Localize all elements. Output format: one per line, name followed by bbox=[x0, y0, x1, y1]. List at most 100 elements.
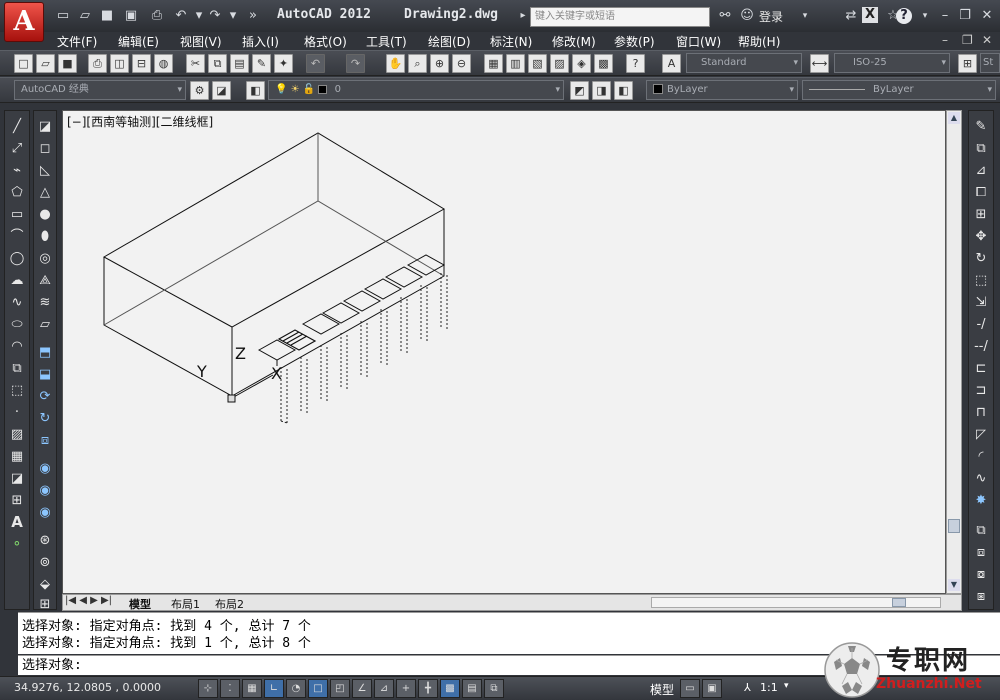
new-file-icon[interactable]: ▭ bbox=[54, 7, 72, 25]
help-icon[interactable]: ? bbox=[626, 54, 645, 73]
region-icon[interactable]: ◪ bbox=[7, 469, 27, 488]
match-properties-icon[interactable]: ✎ bbox=[252, 54, 271, 73]
menu-file[interactable]: 文件(F) bbox=[57, 33, 97, 50]
save-as-icon[interactable]: ▣ bbox=[122, 7, 140, 25]
tool-palettes-icon[interactable]: ▧ bbox=[528, 54, 547, 73]
drawing-canvas[interactable]: Y Z X bbox=[63, 111, 947, 595]
ellipse-icon[interactable]: ⬭ bbox=[7, 315, 27, 334]
chamfer-icon[interactable]: ◸ bbox=[971, 425, 991, 444]
open-folder-icon[interactable]: ▱ bbox=[76, 7, 94, 25]
menu-dimension[interactable]: 标注(N) bbox=[490, 33, 532, 50]
plot-icon[interactable]: ⎙ bbox=[88, 54, 107, 73]
zoom-window-icon[interactable]: ⊕ bbox=[430, 54, 449, 73]
layer-state-icon[interactable]: ◧ bbox=[614, 81, 633, 100]
polysolid-icon[interactable]: ◪ bbox=[35, 117, 55, 136]
quick-view-drawings-icon[interactable]: ▣ bbox=[702, 679, 722, 698]
new-icon[interactable]: □ bbox=[14, 54, 33, 73]
menu-view[interactable]: 视图(V) bbox=[180, 33, 222, 50]
paste-icon[interactable]: ▤ bbox=[230, 54, 249, 73]
wedge-icon[interactable]: ◺ bbox=[35, 161, 55, 180]
multiline-text-icon[interactable]: A bbox=[7, 513, 27, 532]
pan-icon[interactable]: ✋ bbox=[386, 54, 405, 73]
tab-model[interactable]: 模型 bbox=[129, 596, 151, 612]
extend-icon[interactable]: --/ bbox=[971, 337, 991, 356]
doc-minimize-icon[interactable]: – bbox=[942, 33, 948, 47]
search-input[interactable]: 键入关键字或短语 bbox=[530, 7, 710, 27]
point-icon[interactable]: · bbox=[7, 403, 27, 422]
application-menu-button[interactable]: A bbox=[4, 2, 44, 42]
open-icon[interactable]: ▱ bbox=[36, 54, 55, 73]
infer-constraints-icon[interactable]: ⊹ bbox=[198, 679, 218, 698]
help-icon[interactable]: ? bbox=[896, 8, 912, 24]
redo-icon[interactable]: ↷ bbox=[346, 54, 365, 73]
markup-icon[interactable]: ◈ bbox=[572, 54, 591, 73]
sphere-icon[interactable]: ● bbox=[35, 205, 55, 224]
zoom-previous-icon[interactable]: ⊖ bbox=[452, 54, 471, 73]
vertical-scrollbar[interactable]: ▲ ▼ bbox=[946, 110, 962, 594]
break-icon[interactable]: ⊐ bbox=[971, 381, 991, 400]
autodesk-exchange-icon[interactable]: X bbox=[862, 7, 878, 23]
layer-previous-icon[interactable]: ◨ bbox=[592, 81, 611, 100]
table-style-icon[interactable]: ⊞ bbox=[958, 54, 977, 73]
dyn-icon[interactable]: + bbox=[396, 679, 416, 698]
break-at-point-icon[interactable]: ⊏ bbox=[971, 359, 991, 378]
properties-icon[interactable]: ▦ bbox=[484, 54, 503, 73]
polar-tracking-icon[interactable]: ◔ bbox=[286, 679, 306, 698]
3d-dwf-icon[interactable]: ◍ bbox=[154, 54, 173, 73]
snap-mode-icon[interactable]: ⁚ bbox=[220, 679, 240, 698]
polygon-icon[interactable]: ⬠ bbox=[7, 183, 27, 202]
erase-icon[interactable]: ✎ bbox=[971, 117, 991, 136]
construction-line-icon[interactable]: ⤢ bbox=[7, 139, 27, 158]
3d-rotate-icon[interactable]: ⊚ bbox=[35, 553, 55, 572]
publish-icon[interactable]: ⊟ bbox=[132, 54, 151, 73]
horizontal-scrollbar[interactable] bbox=[651, 597, 941, 608]
hatch-icon[interactable]: ▨ bbox=[7, 425, 27, 444]
block-editor-icon[interactable]: ✦ bbox=[274, 54, 293, 73]
move-icon[interactable]: ✥ bbox=[971, 227, 991, 246]
annotation-scale-value[interactable]: 1:1 bbox=[760, 681, 778, 694]
layer-properties-icon[interactable]: ◧ bbox=[246, 81, 265, 100]
user-icon[interactable]: ☺ bbox=[738, 7, 756, 25]
scroll-thumb[interactable] bbox=[948, 519, 960, 533]
menu-window[interactable]: 窗口(W) bbox=[676, 33, 721, 50]
table-icon[interactable]: ⊞ bbox=[7, 491, 27, 510]
exchange-icon[interactable]: ⇄ bbox=[842, 7, 860, 25]
zoom-realtime-icon[interactable]: ⌕ bbox=[408, 54, 427, 73]
ortho-mode-icon[interactable]: ∟ bbox=[264, 679, 284, 698]
box-icon[interactable]: ◻ bbox=[35, 139, 55, 158]
quickcalc-icon[interactable]: ▩ bbox=[594, 54, 613, 73]
join-icon[interactable]: ⊓ bbox=[971, 403, 991, 422]
scale-icon[interactable]: ⬚ bbox=[971, 271, 991, 290]
dim-style-select[interactable]: ISO-25 ▾ bbox=[834, 53, 950, 73]
model-space-label[interactable]: 模型 bbox=[650, 681, 674, 698]
insert-block-icon[interactable]: ⧉ bbox=[7, 359, 27, 378]
transparency-icon[interactable]: ▩ bbox=[440, 679, 460, 698]
binoculars-icon[interactable]: ⚯ bbox=[716, 7, 734, 25]
dim-style-icon[interactable]: ⟷ bbox=[810, 54, 829, 73]
tab-nav-arrows[interactable]: |◀ ◀ ▶ ▶| bbox=[65, 595, 112, 606]
bring-front-icon[interactable]: ⧈ bbox=[971, 543, 991, 562]
text-style-icon[interactable]: A bbox=[662, 54, 681, 73]
scroll-up-icon[interactable]: ▲ bbox=[948, 112, 960, 124]
close-icon[interactable]: ✕ bbox=[978, 7, 996, 25]
cone-icon[interactable]: △ bbox=[35, 183, 55, 202]
blend-curves-icon[interactable]: ∿ bbox=[971, 469, 991, 488]
restore-icon[interactable]: ❐ bbox=[956, 7, 974, 25]
loft-icon[interactable]: ⧈ bbox=[35, 431, 55, 450]
quick-properties-icon[interactable]: ▤ bbox=[462, 679, 482, 698]
layer-select[interactable]: 💡 ☀ 🔓 0 ▾ bbox=[268, 80, 564, 100]
print-icon[interactable]: ⎙ bbox=[148, 7, 166, 25]
ellipse-arc-icon[interactable]: ◠ bbox=[7, 337, 27, 356]
revision-cloud-icon[interactable]: ☁ bbox=[7, 271, 27, 290]
cylinder-icon[interactable]: ⬮ bbox=[35, 227, 55, 246]
trim-icon[interactable]: -/ bbox=[971, 315, 991, 334]
menu-insert[interactable]: 插入(I) bbox=[242, 33, 279, 50]
menu-format[interactable]: 格式(O) bbox=[304, 33, 347, 50]
gradient-icon[interactable]: ▦ bbox=[7, 447, 27, 466]
redo-icon[interactable]: ↷ bbox=[206, 7, 224, 25]
3d-move-icon[interactable]: ⊛ bbox=[35, 531, 55, 550]
sweep-icon[interactable]: ⟳ bbox=[35, 387, 55, 406]
table-style-select[interactable]: St bbox=[980, 53, 1000, 73]
subtract-icon[interactable]: ◉ bbox=[35, 481, 55, 500]
union-icon[interactable]: ◉ bbox=[35, 459, 55, 478]
